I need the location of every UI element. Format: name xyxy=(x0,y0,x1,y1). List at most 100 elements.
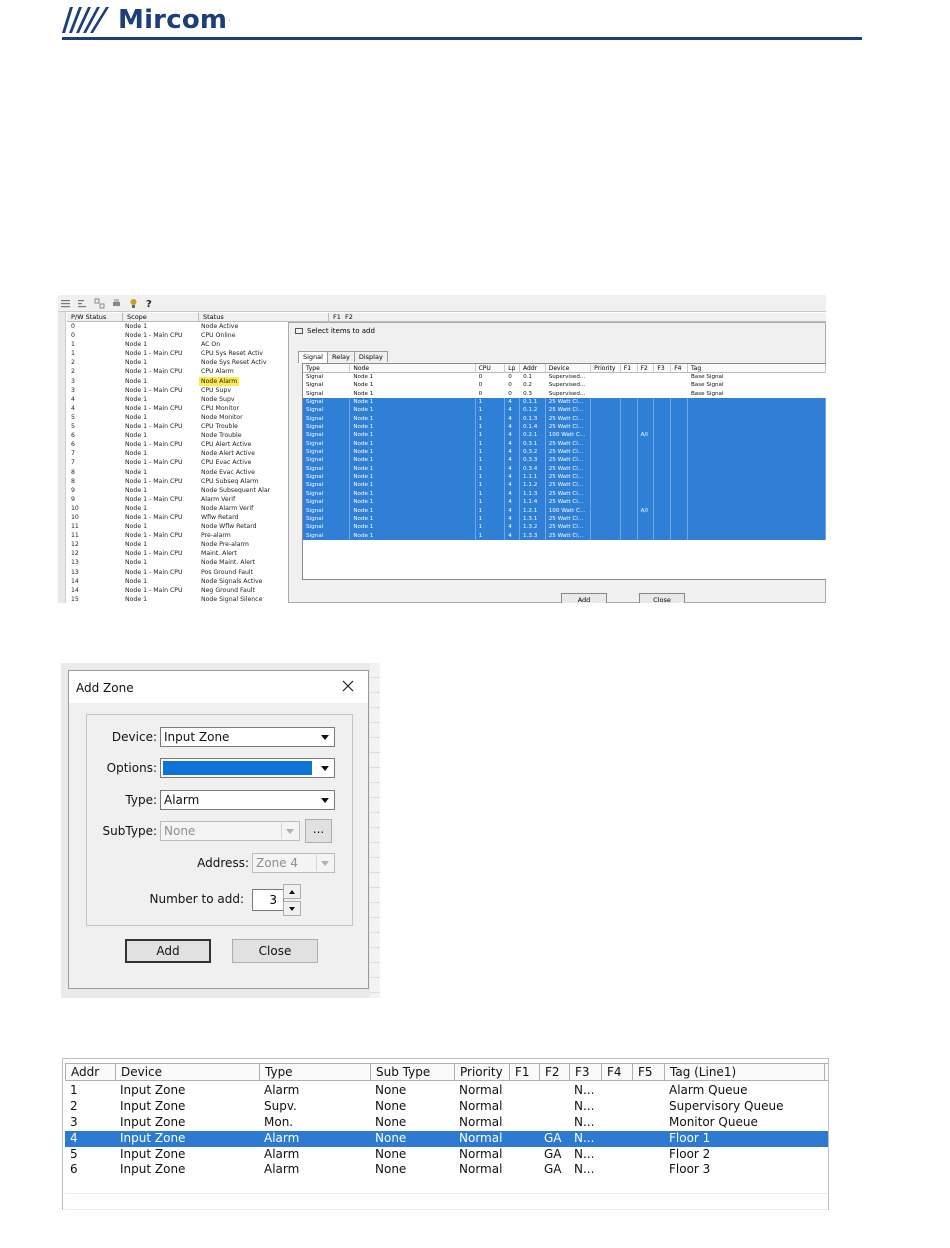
list-item[interactable]: Signal Node 1 1 4 0.1.4 25 Watt Cl... xyxy=(303,423,826,432)
list-item[interactable]: Signal Node 1 0 0 0.2 Supervised... Base Signa… xyxy=(303,381,826,389)
table-row[interactable]: 5 Input Zone Alarm None Normal GA N... Floor 2 xyxy=(65,1147,828,1163)
cpu-cell: 1 xyxy=(476,473,506,482)
column-header-tag[interactable]: Tag (Line1) xyxy=(665,1064,825,1080)
f5-cell xyxy=(632,1131,664,1147)
chevron-down-icon[interactable] xyxy=(316,760,333,776)
column-header-f3[interactable]: F3 xyxy=(654,364,672,372)
items-list-body: Signal Node 1 0 0 0.1 Supervised... Base Signa… xyxy=(303,373,826,540)
close-button[interactable]: Close xyxy=(639,593,685,603)
chevron-down-icon[interactable] xyxy=(316,729,333,745)
brand-tm: · xyxy=(228,16,231,24)
f2-cell xyxy=(638,489,655,499)
column-header-f2[interactable]: F2 xyxy=(345,313,353,322)
address-label: Address: xyxy=(197,856,249,870)
list-item[interactable]: Signal Node 1 1 4 1.1.4 25 Watt Cl... xyxy=(303,498,826,507)
table-row[interactable]: 1 Input Zone Alarm None Normal N... Alarm Queu… xyxy=(65,1083,828,1099)
device-cell: 25 Watt Cl... xyxy=(546,439,592,449)
f2-cell xyxy=(638,481,655,490)
close-button[interactable]: Close xyxy=(232,939,318,963)
list-item[interactable]: Signal Node 1 1 4 1.3.1 25 Watt Cl... xyxy=(303,514,826,524)
tab-relay[interactable]: Relay xyxy=(326,351,355,362)
subtype-browse-button[interactable]: ... xyxy=(305,819,332,843)
table-row[interactable]: 2 Input Zone Supv. None Normal N... Supervisor… xyxy=(65,1099,828,1115)
column-header-cpu[interactable]: CPU xyxy=(476,364,506,372)
print-icon[interactable] xyxy=(111,298,122,309)
column-header-tag[interactable]: Tag xyxy=(688,364,826,372)
priority-cell xyxy=(591,373,621,381)
list-item[interactable]: Signal Node 1 0 0 0.3 Supervised... Base Signa… xyxy=(303,390,826,398)
column-header-priority[interactable]: Priority xyxy=(455,1064,510,1080)
table-row[interactable]: 3 Input Zone Mon. None Normal N... Monitor Que… xyxy=(65,1115,828,1131)
spin-down-button[interactable] xyxy=(283,901,301,916)
tab-display[interactable]: Display xyxy=(353,351,388,362)
column-header-f1[interactable]: F1 xyxy=(621,364,638,372)
pw-status-cell: 3 xyxy=(71,377,75,385)
column-header-f4[interactable]: F4 xyxy=(602,1064,633,1080)
grid-icon[interactable] xyxy=(94,298,105,309)
table-row[interactable]: 4 Input Zone Alarm None Normal GA N... Floor 1 xyxy=(65,1130,828,1147)
column-header-type[interactable]: Type xyxy=(260,1064,371,1080)
tab-signal[interactable]: Signal xyxy=(298,351,328,363)
list-icon[interactable] xyxy=(60,298,71,309)
column-header-f1[interactable]: F1 xyxy=(510,1064,540,1080)
type-select[interactable]: Alarm xyxy=(160,790,335,810)
node-cell: Node 1 xyxy=(350,406,476,415)
list-item[interactable]: Signal Node 1 1 4 1.3.2 25 Watt Cl... xyxy=(303,523,826,532)
column-header-subtype[interactable]: Sub Type xyxy=(371,1064,455,1080)
column-header-f5[interactable]: F5 xyxy=(633,1064,665,1080)
list-item[interactable]: Signal Node 1 1 4 1.2.1 100 Watt C... A/I xyxy=(303,506,826,515)
type-label: Type: xyxy=(125,793,157,807)
list-item[interactable]: Signal Node 1 1 4 0.1.1 25 Watt Cl... xyxy=(303,398,826,407)
help-icon[interactable]: ? xyxy=(145,298,156,309)
column-header-node[interactable]: Node xyxy=(350,364,476,372)
list-item[interactable]: Signal Node 1 1 4 1.1.1 25 Watt Cl... xyxy=(303,473,826,482)
subtype-value: None xyxy=(164,824,196,838)
column-header-f3[interactable]: F3 xyxy=(570,1064,602,1080)
list-item[interactable]: Signal Node 1 1 4 1.3.3 25 Watt Cl... xyxy=(303,531,826,540)
f4-cell xyxy=(671,489,688,499)
device-select[interactable]: Input Zone xyxy=(160,727,335,747)
options-select[interactable] xyxy=(160,758,335,778)
column-header-lp[interactable]: Lp xyxy=(505,364,521,372)
zone-table-header: Addr Device Type Sub Type Priority F1 F2… xyxy=(65,1063,828,1081)
column-header-f4[interactable]: F4 xyxy=(671,364,688,372)
add-button[interactable]: Add xyxy=(561,593,607,603)
list-item[interactable]: Signal Node 1 1 4 0.3.1 25 Watt Cl... xyxy=(303,439,826,449)
list-item[interactable]: Signal Node 1 1 4 0.1.3 25 Watt Cl... xyxy=(303,414,826,424)
list-item[interactable]: Signal Node 1 1 4 1.1.2 25 Watt Cl... xyxy=(303,481,826,490)
column-header-scope[interactable]: Scope xyxy=(123,313,199,321)
column-header-addr[interactable]: Addr xyxy=(520,364,546,372)
column-header-type[interactable]: Type xyxy=(303,364,351,372)
dialog-title: Select items to add xyxy=(295,327,375,335)
column-header-pw-status[interactable]: P/W Status xyxy=(67,313,123,321)
column-header-f2[interactable]: F2 xyxy=(540,1064,570,1080)
table-row[interactable]: 6 Input Zone Alarm None Normal GA N... Floor 3 xyxy=(65,1162,828,1178)
column-header-f1[interactable]: F1 xyxy=(333,313,341,322)
column-header-status[interactable]: Status xyxy=(199,313,329,321)
add-button[interactable]: Add xyxy=(125,939,211,963)
f2-cell: GA xyxy=(544,1162,562,1177)
bulb-icon[interactable] xyxy=(128,298,139,309)
close-icon[interactable] xyxy=(341,679,355,693)
mircom-logo: Mircom · xyxy=(60,2,231,38)
column-header-device[interactable]: Device xyxy=(116,1064,260,1080)
chevron-down-icon[interactable] xyxy=(316,792,333,808)
list-item[interactable]: Signal Node 1 1 4 1.1.3 25 Watt Cl... xyxy=(303,489,826,499)
list-item[interactable]: Signal Node 1 1 4 0.3.2 25 Watt Cl... xyxy=(303,448,826,457)
list-item[interactable]: Signal Node 1 1 4 0.1.2 25 Watt Cl... xyxy=(303,406,826,415)
number-to-add-field[interactable]: 3 xyxy=(252,889,284,911)
column-header-addr[interactable]: Addr xyxy=(66,1064,116,1080)
sort-icon[interactable] xyxy=(77,298,88,309)
f2-cell xyxy=(638,456,655,465)
list-item[interactable]: Signal Node 1 1 4 0.3.4 25 Watt Cl... xyxy=(303,464,826,474)
column-header-device[interactable]: Device xyxy=(546,364,592,372)
f2-cell xyxy=(638,423,655,432)
column-header-f2[interactable]: F2 xyxy=(638,364,655,372)
spin-up-button[interactable] xyxy=(283,884,301,899)
list-item[interactable]: Signal Node 1 1 4 0.2.1 100 Watt C... A/I xyxy=(303,431,826,440)
empty-row xyxy=(65,1194,828,1210)
list-item[interactable]: Signal Node 1 0 0 0.1 Supervised... Base Signa… xyxy=(303,373,826,381)
items-list[interactable]: Type Node CPU Lp Addr Device Priority F1… xyxy=(302,363,826,580)
column-header-priority[interactable]: Priority xyxy=(591,364,621,372)
list-item[interactable]: Signal Node 1 1 4 0.3.3 25 Watt Cl... xyxy=(303,456,826,465)
